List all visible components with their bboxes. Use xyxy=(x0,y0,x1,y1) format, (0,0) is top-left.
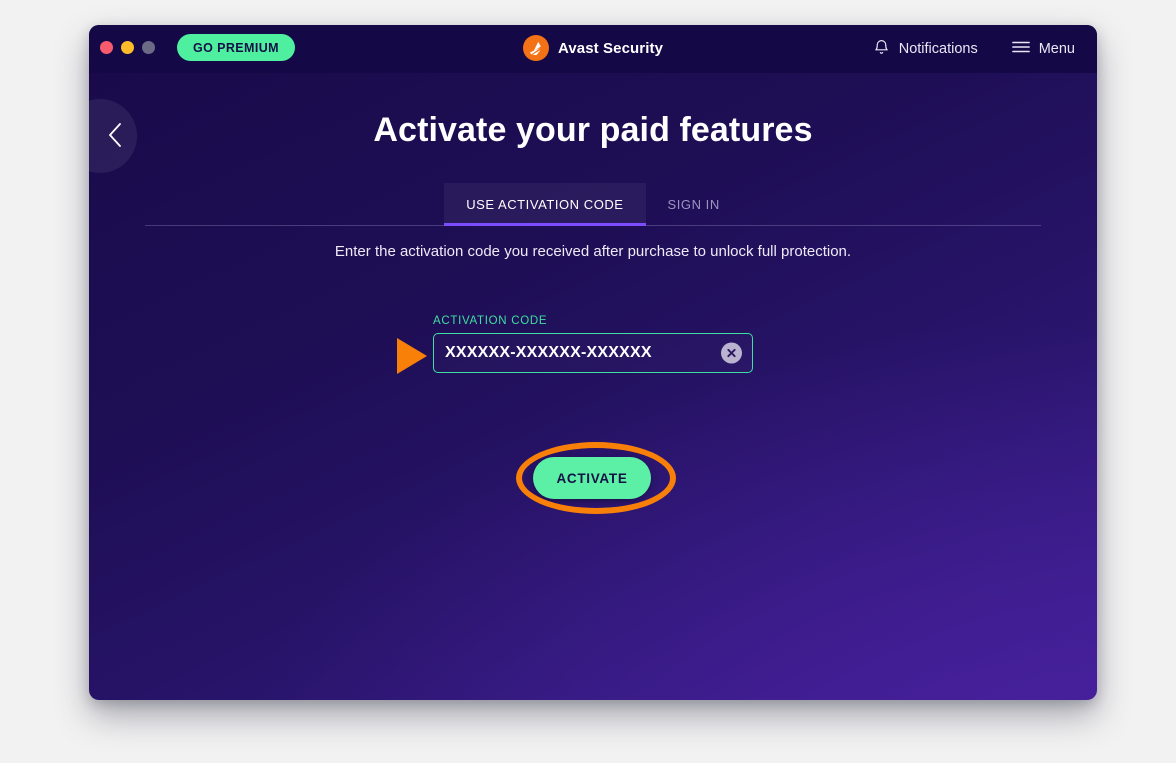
avast-logo-icon xyxy=(522,35,549,61)
notifications-button[interactable]: Notifications xyxy=(873,38,978,60)
header-actions: Notifications Menu xyxy=(873,38,1075,60)
tab-bar: USE ACTIVATION CODE SIGN IN xyxy=(145,183,1041,226)
menu-label: Menu xyxy=(1038,41,1075,57)
page-title: Activate your paid features xyxy=(373,111,813,149)
notifications-label: Notifications xyxy=(898,41,978,57)
app-window: GO PREMIUM Avast Security Notifications … xyxy=(89,25,1097,700)
bell-icon xyxy=(873,38,890,60)
activate-button-label: ACTIVATE xyxy=(556,470,628,486)
go-premium-label: GO PREMIUM xyxy=(193,40,279,55)
activate-button[interactable]: ACTIVATE xyxy=(533,457,651,499)
clear-circle-x-icon[interactable] xyxy=(721,342,742,364)
menu-button[interactable]: Menu xyxy=(1011,40,1075,58)
activation-code-field: ACTIVATION CODE xyxy=(433,315,753,373)
tab-use-activation-code[interactable]: USE ACTIVATION CODE xyxy=(444,183,646,226)
minimize-window-button[interactable] xyxy=(121,41,134,54)
close-window-button[interactable] xyxy=(100,41,113,54)
brand-name: Avast Security xyxy=(557,39,664,57)
activation-input-wrapper[interactable] xyxy=(433,333,753,373)
activation-code-label: ACTIVATION CODE xyxy=(433,315,548,327)
go-premium-button[interactable]: GO PREMIUM xyxy=(177,34,295,61)
activation-code-input[interactable] xyxy=(434,334,752,372)
window-traffic-lights xyxy=(100,41,155,54)
tab-label: USE ACTIVATION CODE xyxy=(466,196,624,212)
annotation-arrow-icon xyxy=(397,338,427,374)
title-bar: GO PREMIUM Avast Security Notifications … xyxy=(89,25,1097,73)
tab-label: SIGN IN xyxy=(667,196,720,212)
tab-sign-in[interactable]: SIGN IN xyxy=(646,183,742,225)
page-subtitle: Enter the activation code you received a… xyxy=(334,243,852,260)
hamburger-menu-icon xyxy=(1011,40,1030,58)
zoom-window-button[interactable] xyxy=(142,41,155,54)
